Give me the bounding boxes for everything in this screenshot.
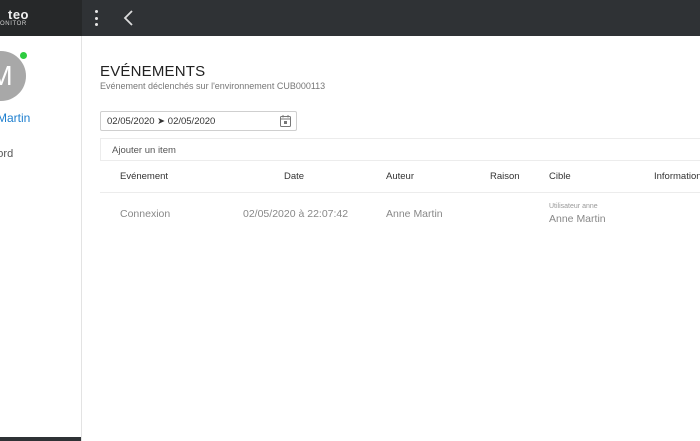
cell-target-type: Utilisateur anne <box>549 203 598 210</box>
brand-subtitle: ONITOR <box>0 21 27 27</box>
kebab-menu-icon[interactable] <box>91 10 101 26</box>
cell-event: Connexion <box>120 208 171 220</box>
add-item-input[interactable]: Ajouter un item <box>100 138 700 161</box>
column-header-event[interactable]: Evénement <box>120 171 168 182</box>
brand-name: teo <box>8 7 29 22</box>
sidebar-item-dashboard[interactable]: e bord <box>0 148 13 160</box>
brand-logo[interactable]: teo ONITOR <box>0 0 82 36</box>
main-content: EVÉNEMENTS Evénement déclenchés sur l'en… <box>83 36 700 441</box>
chevron-left-icon[interactable] <box>121 9 137 27</box>
column-header-information[interactable]: Information <box>654 171 700 182</box>
cell-author: Anne Martin <box>386 208 443 220</box>
add-item-placeholder: Ajouter un item <box>112 145 176 156</box>
sidebar: M Martin e bord es nts rs tion <box>0 36 82 441</box>
sidebar-user-name[interactable]: Martin <box>0 111 30 125</box>
page-title: EVÉNEMENTS <box>100 63 206 80</box>
calendar-icon[interactable] <box>280 115 291 127</box>
page-subtitle: Evénement déclenchés sur l'environnement… <box>100 81 326 91</box>
date-range-value: 02/05/2020 ➤ 02/05/2020 <box>107 116 216 127</box>
date-range-picker[interactable]: 02/05/2020 ➤ 02/05/2020 <box>100 111 297 131</box>
column-header-author[interactable]: Auteur <box>386 171 414 182</box>
column-header-date[interactable]: Date <box>284 171 304 182</box>
column-header-reason[interactable]: Raison <box>490 171 520 182</box>
online-status-dot <box>20 52 27 59</box>
sidebar-bottom-bar <box>0 437 81 441</box>
column-header-target[interactable]: Cible <box>549 171 571 182</box>
top-bar: teo ONITOR <box>0 0 700 36</box>
cell-date: 02/05/2020 à 22:07:42 <box>243 208 349 220</box>
cell-target-name: Anne Martin <box>549 213 606 225</box>
